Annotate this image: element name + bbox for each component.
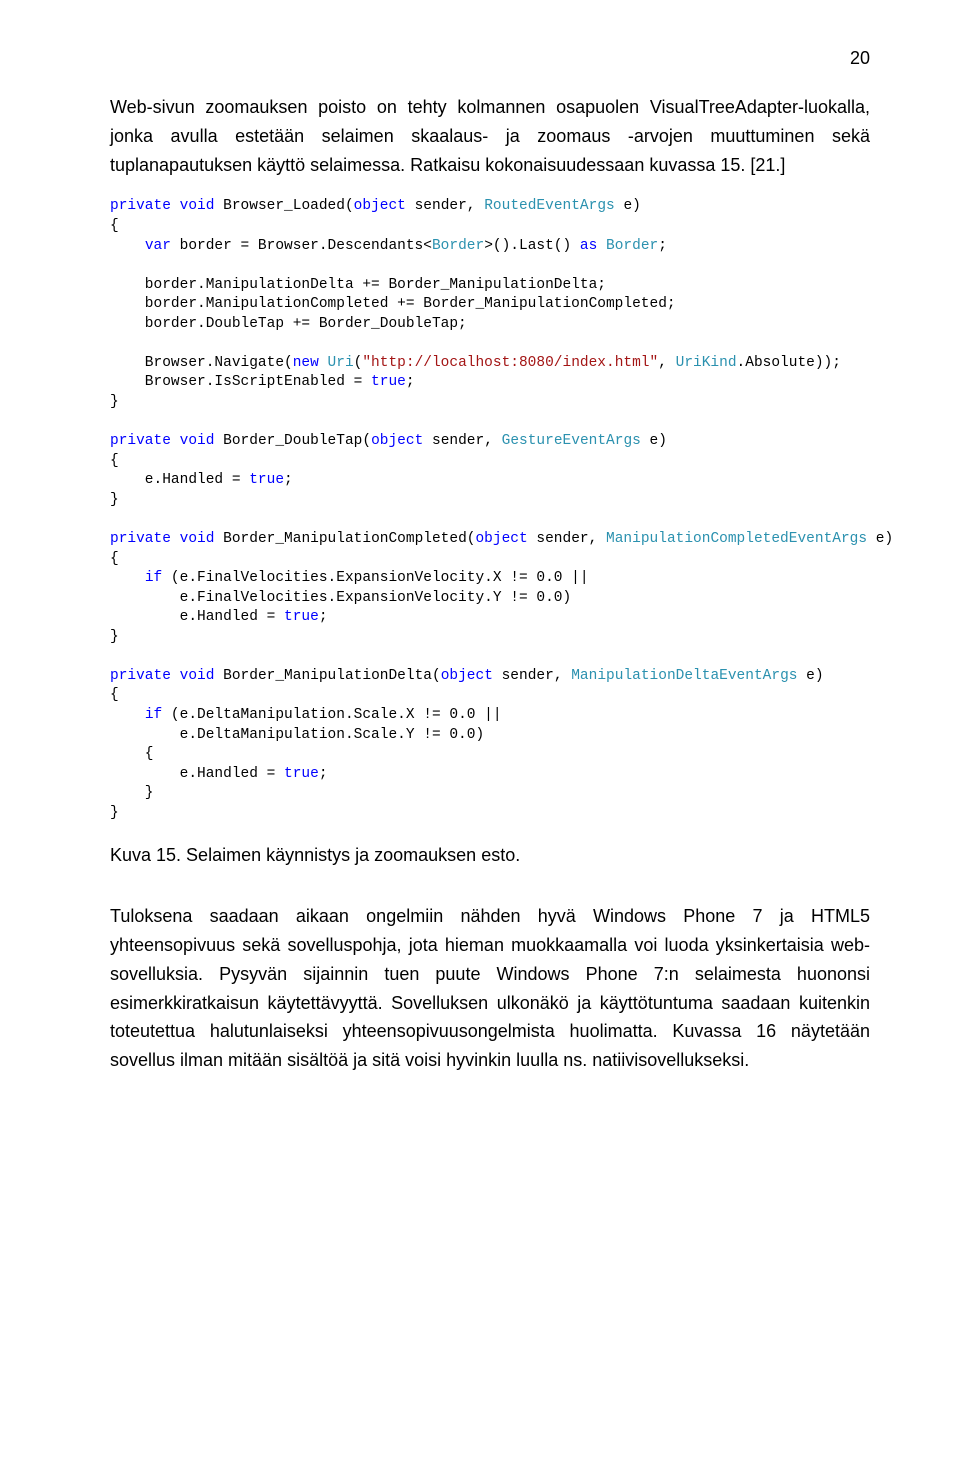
page-number: 20 — [110, 48, 870, 69]
paragraph-2: Tuloksena saadaan aikaan ongelmiin nähde… — [110, 902, 870, 1075]
document-page: 20 Web-sivun zoomauksen poisto on tehty … — [0, 0, 960, 1153]
figure-caption: Kuva 15. Selaimen käynnistys ja zoomauks… — [110, 841, 870, 870]
code-figure-listing: private void Browser_Loaded(object sende… — [110, 197, 870, 823]
paragraph-1: Web-sivun zoomauksen poisto on tehty kol… — [110, 93, 870, 179]
